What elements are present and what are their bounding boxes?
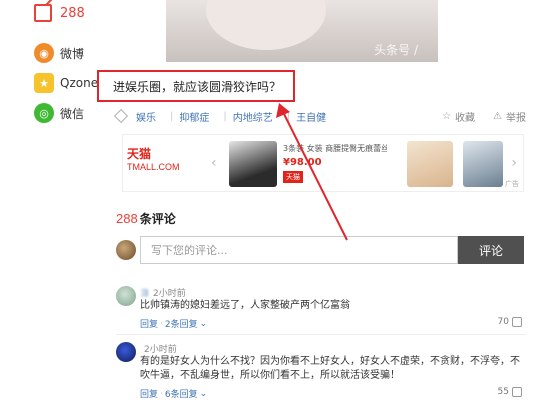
comment-text: 有的是好女人为什么不找？因为你看不上好女人，好女人不虚荣，不贪财，不浮夸，不吹牛… [140, 356, 520, 381]
tag-link[interactable]: 内地综艺 [233, 109, 273, 124]
ad-product-image[interactable] [463, 141, 503, 187]
action-separator: · [160, 388, 163, 399]
report-button[interactable]: 举报 [506, 109, 526, 124]
article-image: 头条号 / [166, 0, 438, 62]
chevron-right-icon[interactable]: › [511, 155, 517, 171]
thumbs-up-icon[interactable] [512, 317, 522, 327]
comments-header: 288 条评论 [116, 210, 176, 227]
avatar[interactable] [116, 342, 136, 362]
like-count: 70 [497, 317, 509, 327]
avatar [116, 240, 136, 260]
share-sidebar: 288 ◉ 微博 ★ Qzone ◎ 微信 [0, 0, 110, 400]
ad-product-title: 3条装 女装 商腰提臀无痕蕾丝性 [283, 144, 387, 153]
share-weibo-button[interactable]: ◉ 微博 [34, 43, 84, 63]
comment-meta: ヨ 2小时前 [140, 286, 186, 299]
comments-header-label: 条评论 [139, 212, 176, 226]
tag-separator: | [286, 110, 291, 122]
article-title-highlight: 进娱乐圈，就应该圆滑狡诈吗？ [97, 70, 295, 102]
tag-icon [113, 108, 129, 124]
comment-username[interactable]: ヨ [140, 286, 149, 299]
submit-comment-button[interactable]: 评论 [458, 236, 524, 264]
weibo-icon: ◉ [34, 43, 54, 63]
share-wechat-button[interactable]: ◎ 微信 [34, 103, 84, 123]
comment-count-link[interactable]: 288 [34, 4, 85, 22]
chevron-left-icon[interactable]: ‹ [211, 155, 217, 171]
share-qzone-button[interactable]: ★ Qzone [34, 73, 98, 93]
tag-separator: | [170, 110, 174, 122]
ad-product-price: ¥98.00 [283, 157, 322, 168]
comment-text: 比帅镇涛的媳妇差远了，人家整破产两个亿富翁 [140, 300, 350, 311]
share-wechat-label: 微信 [60, 106, 85, 121]
tag-separator: | [223, 110, 227, 122]
comment-time: 2小时前 [144, 345, 177, 355]
share-qzone-label: Qzone [60, 76, 99, 90]
thumbs-up-icon[interactable] [512, 387, 522, 397]
wechat-icon: ◎ [34, 103, 54, 123]
comment-divider [116, 334, 526, 335]
ad-label: 广告 [505, 180, 519, 188]
comment-time: 2小时前 [153, 289, 186, 299]
chevron-down-icon[interactable]: ⌄ [200, 389, 208, 399]
comment-likes[interactable]: 55 [498, 387, 522, 397]
chevron-down-icon[interactable]: ⌄ [200, 319, 208, 329]
view-replies-button[interactable]: 6条回复 [165, 387, 198, 400]
image-watermark: 头条号 / [374, 43, 418, 57]
ad-banner[interactable]: 天猫 TMALL.COM ‹ 3条装 女装 商腰提臀无痕蕾丝性 ¥98.00 天… [122, 134, 524, 192]
comment-likes[interactable]: 70 [498, 317, 522, 327]
reply-button[interactable]: 回复 [140, 317, 158, 330]
tag-bar: 娱乐 | 抑郁症 | 内地综艺 | 王自健 ☆ 收藏 ⚠ 举报 [113, 108, 526, 124]
tag-link[interactable]: 娱乐 [136, 109, 156, 124]
ad-product-info[interactable]: 3条装 女装 商腰提臀无痕蕾丝性 ¥98.00 天猫 [283, 143, 387, 183]
edit-comment-icon [34, 4, 52, 22]
comment-count-label: 288 [60, 5, 85, 21]
qzone-star-icon: ★ [34, 73, 54, 93]
comment-meta: 2小时前 [140, 342, 177, 355]
view-replies-button[interactable]: 2条回复 [165, 317, 198, 330]
comments-count: 288 [116, 211, 138, 226]
comment-actions: 回复 · 2条回复 ⌄ [140, 317, 208, 331]
star-icon: ☆ [442, 110, 452, 122]
collect-button[interactable]: 收藏 [455, 109, 475, 124]
comment-input[interactable] [140, 236, 458, 264]
like-count: 55 [497, 387, 509, 397]
warning-icon: ⚠ [493, 110, 502, 122]
tmall-logo-url: TMALL.COM [127, 162, 180, 172]
comment-actions: 回复 · 6条回复 ⌄ [140, 387, 207, 400]
tag-link[interactable]: 抑郁症 [179, 109, 209, 124]
tag-link[interactable]: 王自健 [296, 109, 326, 124]
ad-product-image[interactable] [229, 141, 277, 187]
ad-product-image[interactable] [407, 141, 453, 187]
article-title: 进娱乐圈，就应该圆滑狡诈吗？ [113, 79, 282, 94]
article-image-highlight [206, 0, 326, 50]
tmall-logo-text: 天猫 [127, 147, 152, 161]
ad-badge: 天猫 [283, 171, 303, 183]
reply-button[interactable]: 回复 [140, 387, 158, 400]
share-weibo-label: 微博 [60, 46, 85, 61]
action-separator: · [160, 318, 163, 329]
avatar[interactable] [116, 286, 136, 306]
tmall-logo: 天猫 TMALL.COM [127, 145, 187, 181]
article-actions: ☆ 收藏 ⚠ 举报 [442, 109, 526, 124]
